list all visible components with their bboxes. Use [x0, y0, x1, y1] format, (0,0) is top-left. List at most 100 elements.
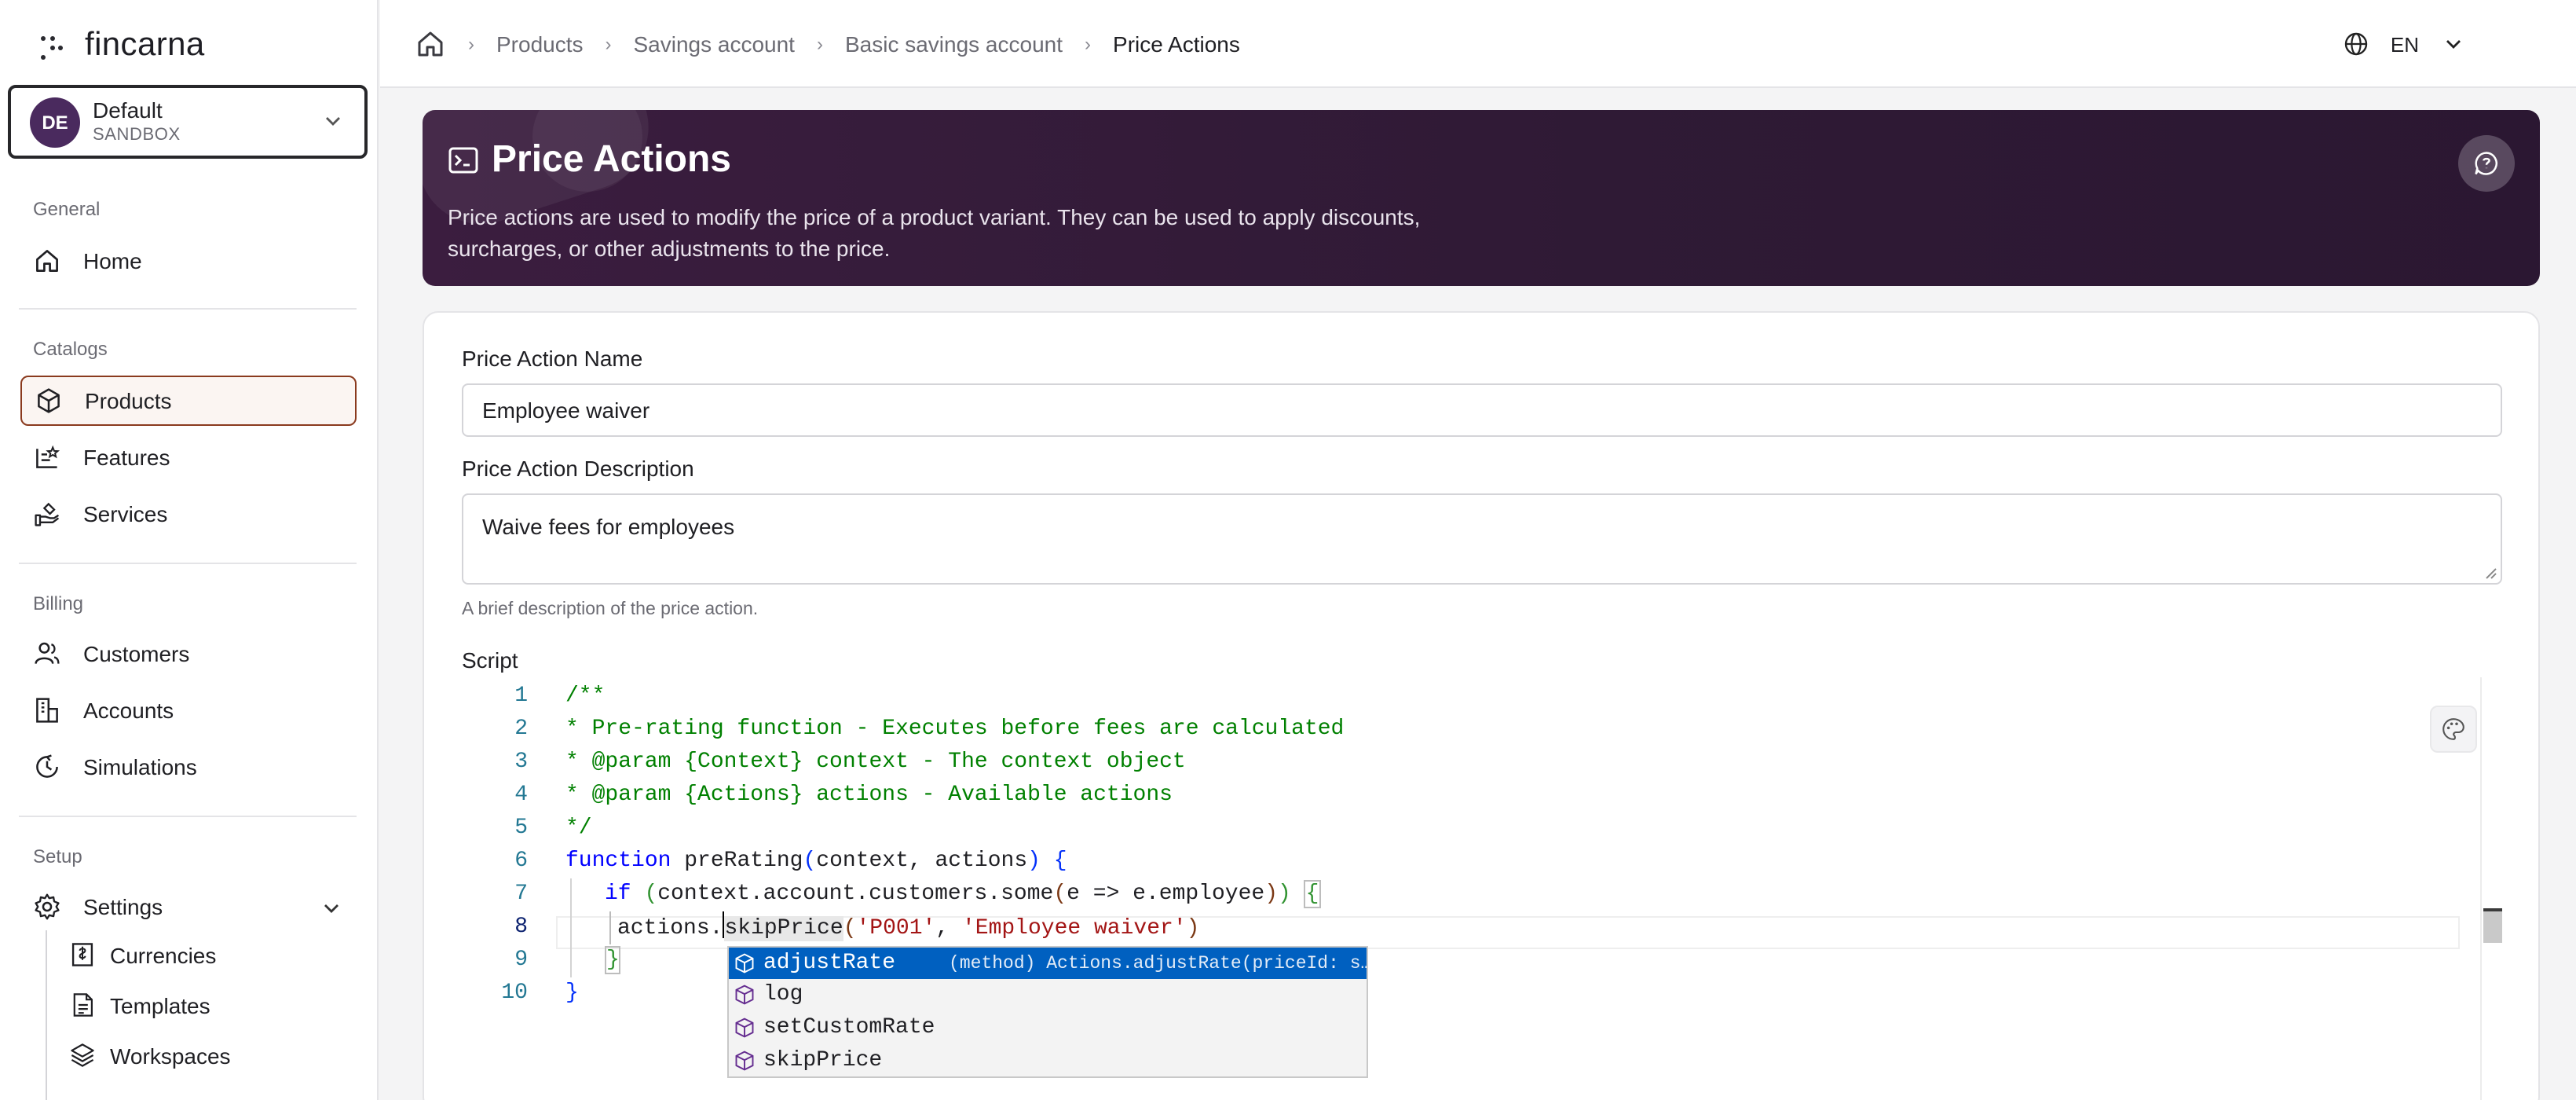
sidebar-item-customers[interactable]: Customers [20, 629, 357, 679]
divider [19, 308, 357, 310]
building-icon [31, 695, 63, 726]
breadcrumb-item[interactable]: Basic savings account [845, 31, 1063, 56]
indent-guide [609, 911, 611, 944]
chevron-right-icon: › [1085, 32, 1092, 54]
app-logo[interactable]: fincarna [0, 0, 377, 91]
description-label: Price Action Description [462, 456, 694, 481]
sidebar-item-simulations[interactable]: Simulations [20, 742, 357, 792]
suggestion-item[interactable]: skipPrice [729, 1045, 1367, 1076]
sidebar-item-accounts[interactable]: Accounts [20, 685, 357, 735]
sidebar-item-currencies[interactable]: Currencies [69, 933, 216, 977]
code-string: 'Employee waiver' [961, 916, 1187, 941]
code-line: /** [565, 684, 606, 709]
list-star-icon [31, 442, 63, 473]
divider [19, 816, 357, 817]
sidebar-item-features[interactable]: Features [20, 432, 357, 482]
name-label: Price Action Name [462, 346, 643, 371]
code-bracket: ( [803, 849, 817, 874]
code-keyword: function [565, 849, 671, 874]
script-label: Script [462, 647, 518, 673]
sidebar: fincarna DE Default SANDBOX General Home… [0, 0, 379, 1100]
code-identifier: context, actions [816, 849, 1028, 874]
sidebar-item-label: Currencies [110, 943, 217, 968]
workspace-env: SANDBOX [93, 125, 181, 144]
app-name: fincarna [85, 27, 205, 63]
gear-icon [31, 891, 63, 922]
help-button[interactable] [2458, 135, 2515, 192]
autocomplete-suggestions: adjustRate (method) Actions.adjustRate(p… [727, 946, 1368, 1078]
breadcrumb: › Products › Savings account › Basic sav… [415, 28, 1240, 59]
code-line: */ [565, 816, 592, 841]
breadcrumb-current: Price Actions [1113, 31, 1240, 56]
layers-icon [69, 1042, 97, 1070]
sidebar-item-label: Features [83, 445, 170, 470]
help-chat-icon [2475, 152, 2497, 175]
line-number: 9 [514, 948, 528, 973]
code-line: if (context.account.customers.some(e => … [605, 878, 1321, 911]
code-bracket: ) [1278, 882, 1291, 907]
price-action-name-input[interactable]: Employee waiver [462, 383, 2502, 437]
page-title: Price Actions [448, 138, 731, 182]
sidebar-item-templates[interactable]: Templates [69, 984, 210, 1028]
code-identifier: e => e.employee [1067, 882, 1265, 907]
suggestion-label: adjustRate [763, 951, 896, 976]
editor-scrollbar[interactable] [2480, 677, 2502, 1100]
suggestion-item[interactable]: log [729, 979, 1367, 1010]
section-catalogs: Catalogs [33, 338, 108, 360]
language-code: EN [2390, 32, 2419, 56]
method-cube-icon [734, 952, 756, 974]
line-number: 5 [514, 816, 528, 841]
top-bar: › Products › Savings account › Basic sav… [380, 0, 2576, 88]
code-bracket: ( [843, 916, 857, 941]
code-bracket: ) [1186, 916, 1200, 941]
sidebar-item-label: Simulations [83, 754, 197, 779]
page-header-banner: Price Actions Price actions are used to … [423, 110, 2540, 286]
sidebar-item-products[interactable]: Products [20, 376, 357, 426]
clock-refresh-icon [31, 751, 63, 783]
workspace-switcher[interactable]: DE Default SANDBOX [8, 85, 368, 159]
sidebar-item-label: Products [85, 388, 172, 413]
suggestion-detail: (method) Actions.adjustRate(priceId: s… [949, 953, 1367, 974]
code-line: * Pre-rating function - Executes before … [565, 717, 1345, 742]
price-action-description-textarea[interactable]: Waive fees for employees [462, 493, 2502, 585]
section-billing: Billing [33, 592, 84, 614]
logo-icon [41, 33, 66, 60]
palette-icon [2442, 718, 2464, 740]
code-bracket: } [565, 981, 579, 1006]
breadcrumb-item[interactable]: Products [496, 31, 584, 56]
terminal-icon [448, 147, 478, 174]
section-setup: Setup [33, 845, 82, 867]
workspace-avatar: DE [30, 97, 80, 147]
code-bracket: { [1304, 880, 1321, 908]
code-line: } [565, 977, 579, 1010]
code-line: * @param {Context} context - The context… [565, 750, 1186, 775]
description-hint: A brief description of the price action. [462, 600, 759, 619]
theme-palette-button[interactable] [2430, 706, 2477, 753]
code-identifier: actions. [617, 916, 723, 941]
code-identifier: preRating [671, 849, 803, 874]
method-cube-icon [734, 984, 756, 1006]
submenu-line [46, 930, 47, 1100]
language-selector[interactable]: EN [2344, 31, 2463, 57]
sidebar-item-workspaces[interactable]: Workspaces [69, 1034, 231, 1078]
sidebar-item-settings[interactable]: Settings [20, 882, 357, 932]
sidebar-item-services[interactable]: Services [20, 489, 357, 539]
sidebar-item-home[interactable]: Home [20, 236, 357, 286]
line-number: 3 [514, 750, 528, 775]
currency-doc-icon [69, 941, 97, 970]
code-identifier: skipPrice [724, 916, 843, 941]
line-number: 6 [514, 849, 528, 874]
suggestion-item[interactable]: adjustRate (method) Actions.adjustRate(p… [729, 948, 1367, 979]
suggestion-item[interactable]: setCustomRate [729, 1012, 1367, 1043]
code-string: 'P001' [856, 916, 936, 941]
home-icon[interactable] [415, 28, 446, 59]
resize-handle-icon[interactable] [2485, 567, 2497, 580]
sidebar-item-label: Home [83, 248, 142, 273]
description-text: Waive fees for employees [482, 514, 735, 539]
indent-guide [570, 878, 572, 977]
code-identifier: context.account.customers.some [657, 882, 1054, 907]
page-title-text: Price Actions [492, 138, 731, 181]
chevron-right-icon: › [816, 32, 823, 54]
code-bracket: ( [1053, 882, 1067, 907]
breadcrumb-item[interactable]: Savings account [634, 31, 795, 56]
